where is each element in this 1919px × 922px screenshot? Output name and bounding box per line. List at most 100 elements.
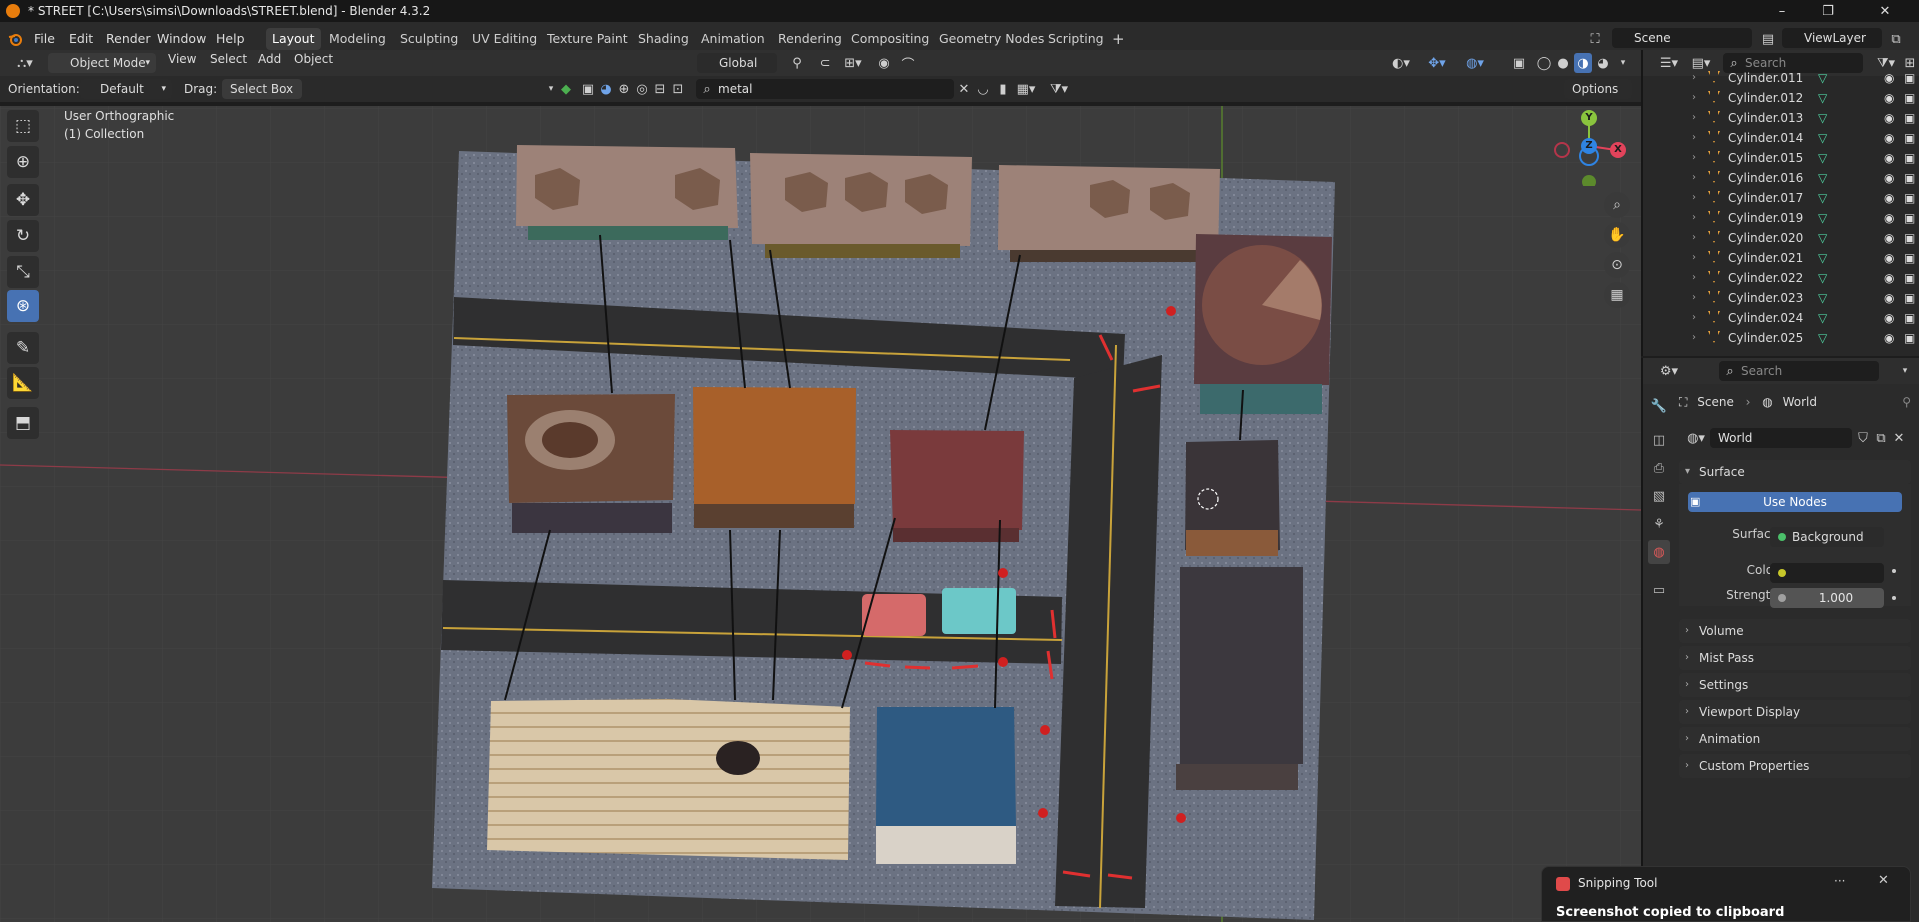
outliner-row[interactable]: › Cylinder.014 ▽ ◉ ▣ xyxy=(1648,128,1919,148)
render-camera-icon[interactable]: ▣ xyxy=(1904,68,1915,88)
select-tool-icon[interactable]: ⬚ xyxy=(7,110,39,142)
outliner-row[interactable]: › Cylinder.013 ▽ ◉ ▣ xyxy=(1648,108,1919,128)
expand-arrow-icon[interactable]: › xyxy=(1692,228,1696,248)
volume-panel-header[interactable]: › Volume xyxy=(1679,619,1911,643)
color-field[interactable] xyxy=(1770,563,1884,583)
viewport-display-panel-header[interactable]: › Viewport Display xyxy=(1679,700,1911,724)
mesh-data-icon[interactable]: ▽ xyxy=(1818,128,1827,148)
outliner-row[interactable]: › Cylinder.011 ▽ ◉ ▣ xyxy=(1648,68,1919,88)
viewlayer-field[interactable]: ViewLayer xyxy=(1782,28,1882,48)
mesh-data-icon[interactable]: ▽ xyxy=(1818,208,1827,228)
gizmo-toggle-icon[interactable]: ✥▾ xyxy=(1422,53,1452,73)
render-camera-icon[interactable]: ▣ xyxy=(1904,228,1915,248)
notification-more-icon[interactable]: ··· xyxy=(1834,874,1845,888)
scene-icon[interactable]: ⛶ xyxy=(1584,29,1606,49)
snap-element-icon[interactable]: ⊞▾ xyxy=(838,53,868,73)
tab-rendering[interactable]: Rendering xyxy=(772,28,848,50)
outliner-row[interactable]: › Cylinder.015 ▽ ◉ ▣ xyxy=(1648,148,1919,168)
editor-type-icon[interactable]: ⛬▾ xyxy=(10,53,40,73)
strength-field[interactable]: 1.000 xyxy=(1770,588,1884,608)
expand-arrow-icon[interactable]: › xyxy=(1692,148,1696,168)
visibility-eye-icon[interactable]: ◉ xyxy=(1884,68,1894,88)
blender-menu-icon[interactable] xyxy=(6,30,24,48)
overlay-toggle-icon[interactable]: ◍▾ xyxy=(1460,53,1490,73)
visibility-eye-icon[interactable]: ◉ xyxy=(1884,268,1894,288)
notification-close-icon[interactable]: ✕ xyxy=(1878,873,1889,888)
orientation-dropdown[interactable]: Default ▾ xyxy=(80,79,172,99)
mesh-data-icon[interactable]: ▽ xyxy=(1818,108,1827,128)
expand-arrow-icon[interactable]: › xyxy=(1692,328,1696,348)
outliner-row[interactable]: › Cylinder.022 ▽ ◉ ▣ xyxy=(1648,268,1919,288)
render-camera-icon[interactable]: ▣ xyxy=(1904,188,1915,208)
tab-uv-editing[interactable]: UV Editing xyxy=(466,28,543,50)
transform-orientation-dropdown[interactable]: Global xyxy=(697,53,777,73)
expand-arrow-icon[interactable]: › xyxy=(1692,188,1696,208)
gizmo-y-axis[interactable]: Y xyxy=(1581,110,1597,126)
filter-nodes-icon[interactable]: ⊟ xyxy=(652,79,668,99)
output-properties-tab[interactable]: ⎙ xyxy=(1648,456,1670,480)
expand-arrow-icon[interactable]: › xyxy=(1692,308,1696,328)
world-properties-tab[interactable]: ◍ xyxy=(1648,540,1670,564)
visibility-eye-icon[interactable]: ◉ xyxy=(1884,108,1894,128)
filter-toggle-icon[interactable]: ◡ xyxy=(974,79,992,99)
use-nodes-button[interactable]: Use Nodes xyxy=(1688,492,1902,512)
scene-properties-tab[interactable]: ⚘ xyxy=(1648,512,1670,536)
visibility-eye-icon[interactable]: ◉ xyxy=(1884,248,1894,268)
view-layer-properties-tab[interactable]: ▧ xyxy=(1648,484,1670,508)
strength-keyframe-icon[interactable] xyxy=(1892,596,1896,600)
collection-properties-tab[interactable]: ▭ xyxy=(1648,578,1670,602)
visibility-eye-icon[interactable]: ◉ xyxy=(1884,308,1894,328)
mesh-data-icon[interactable]: ▽ xyxy=(1818,288,1827,308)
fake-user-icon[interactable]: ⛉ xyxy=(1854,428,1872,448)
perspective-toggle-icon[interactable]: ▦ xyxy=(1604,282,1630,308)
color-keyframe-icon[interactable] xyxy=(1892,569,1896,573)
render-camera-icon[interactable]: ▣ xyxy=(1904,328,1915,348)
mesh-data-icon[interactable]: ▽ xyxy=(1818,268,1827,288)
custom-properties-panel-header[interactable]: › Custom Properties xyxy=(1679,754,1911,778)
xray-icon[interactable]: ▣ xyxy=(1510,53,1528,73)
render-camera-icon[interactable]: ▣ xyxy=(1904,108,1915,128)
asset-icon[interactable]: ◆ xyxy=(558,79,574,99)
mesh-data-icon[interactable]: ▽ xyxy=(1818,168,1827,188)
visibility-icon[interactable]: ◐▾ xyxy=(1386,53,1416,73)
visibility-eye-icon[interactable]: ◉ xyxy=(1884,228,1894,248)
filter-all-icon[interactable]: ▣ xyxy=(580,79,596,99)
expand-arrow-icon[interactable]: › xyxy=(1692,168,1696,188)
gizmo-x-axis[interactable]: X xyxy=(1610,142,1626,158)
visibility-eye-icon[interactable]: ◉ xyxy=(1884,188,1894,208)
solid-shading-icon[interactable]: ● xyxy=(1554,53,1572,73)
outliner-row[interactable]: › Cylinder.021 ▽ ◉ ▣ xyxy=(1648,248,1919,268)
transform-tool-icon[interactable]: ⊛ xyxy=(7,290,39,322)
rendered-shading-icon[interactable]: ◕ xyxy=(1594,53,1612,73)
scale-tool-icon[interactable]: ⤡ xyxy=(7,256,39,288)
filter-objects-icon[interactable]: ⊕ xyxy=(616,79,632,99)
surface-panel-header[interactable]: ▾ Surface xyxy=(1679,460,1911,484)
pivot-point-icon[interactable]: ⚲ xyxy=(784,53,810,73)
properties-editor-icon[interactable]: ⚙▾ xyxy=(1655,361,1683,381)
filter-expand-icon[interactable]: ▾ xyxy=(544,79,558,99)
animation-panel-header[interactable]: › Animation xyxy=(1679,727,1911,751)
visibility-eye-icon[interactable]: ◉ xyxy=(1884,288,1894,308)
mesh-data-icon[interactable]: ▽ xyxy=(1818,68,1827,88)
zoom-icon[interactable]: ⌕ xyxy=(1604,192,1630,218)
mesh-data-icon[interactable]: ▽ xyxy=(1818,328,1827,348)
expand-arrow-icon[interactable]: › xyxy=(1692,68,1696,88)
outliner-row[interactable]: › Cylinder.016 ▽ ◉ ▣ xyxy=(1648,168,1919,188)
render-camera-icon[interactable]: ▣ xyxy=(1904,128,1915,148)
close-window-button[interactable]: ✕ xyxy=(1851,0,1919,22)
mesh-data-icon[interactable]: ▽ xyxy=(1818,308,1827,328)
annotate-tool-icon[interactable]: ✎ xyxy=(7,332,39,364)
minimize-button[interactable]: – xyxy=(1759,0,1805,22)
visibility-eye-icon[interactable]: ◉ xyxy=(1884,328,1894,348)
visibility-eye-icon[interactable]: ◉ xyxy=(1884,208,1894,228)
settings-panel-header[interactable]: › Settings xyxy=(1679,673,1911,697)
outliner-row[interactable]: › Cylinder.012 ▽ ◉ ▣ xyxy=(1648,88,1919,108)
material-shading-icon[interactable]: ◑ xyxy=(1574,53,1592,73)
mesh-data-icon[interactable]: ▽ xyxy=(1818,248,1827,268)
wireframe-shading-icon[interactable]: ◯ xyxy=(1535,53,1553,73)
tab-compositing[interactable]: Compositing xyxy=(845,28,935,50)
render-camera-icon[interactable]: ▣ xyxy=(1904,208,1915,228)
world-browse-icon[interactable]: ◍▾ xyxy=(1683,428,1709,448)
expand-arrow-icon[interactable]: › xyxy=(1692,268,1696,288)
tab-modeling[interactable]: Modeling xyxy=(323,28,392,50)
